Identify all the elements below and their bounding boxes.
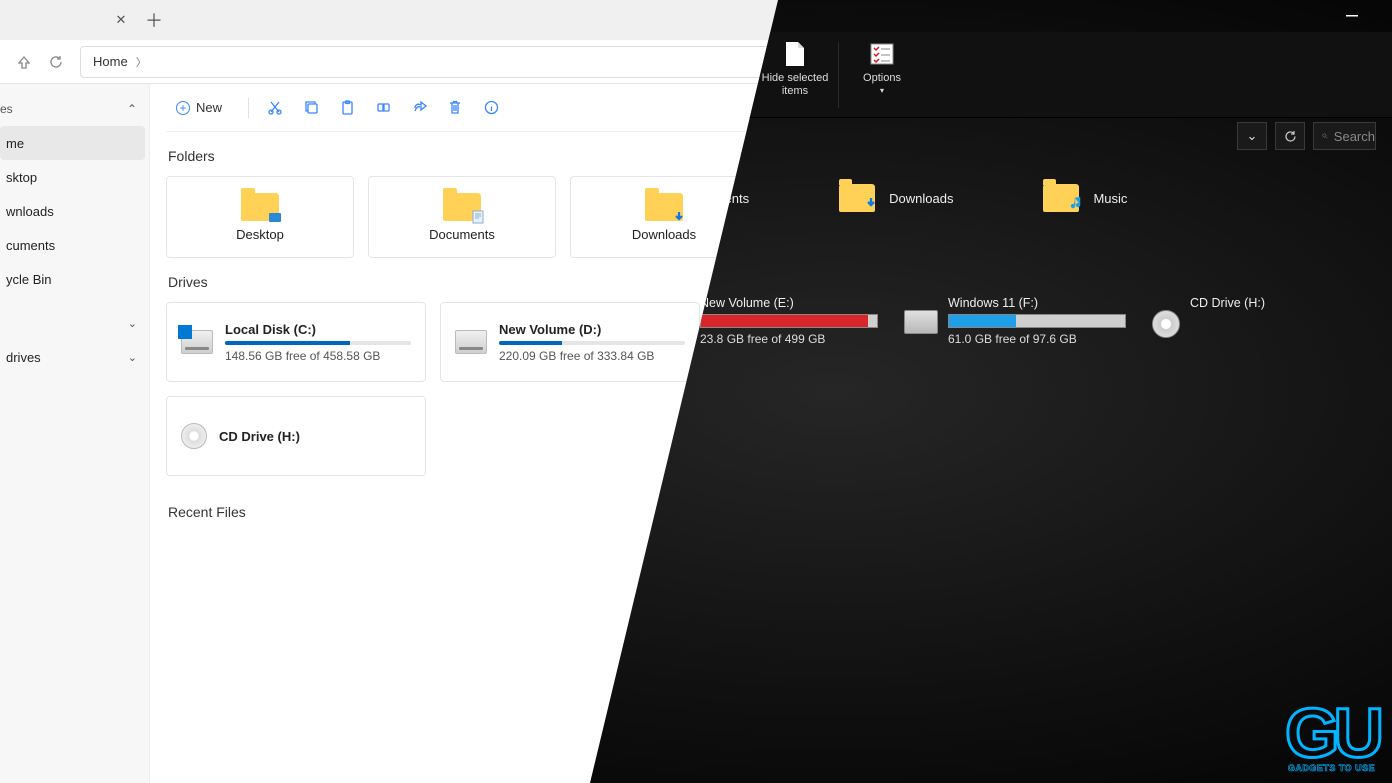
- logo-small: GADGETS TO USE: [1288, 763, 1375, 773]
- folder-icon: [241, 193, 279, 221]
- chevron-right-icon[interactable]: 〉: [136, 54, 147, 70]
- new-tab-button[interactable]: ＋: [138, 4, 170, 36]
- folder-desktop[interactable]: Desktop: [166, 176, 354, 258]
- drive-free: 220.09 GB free of 333.84 GB: [499, 349, 685, 363]
- drive-free: 23.8 GB free of 499 GB: [700, 332, 878, 346]
- sidebar-collapse[interactable]: es ⌃: [0, 92, 149, 126]
- drive-usage-bar: [700, 314, 878, 328]
- drive-usage-bar: [948, 314, 1126, 328]
- chevron-down-icon: ▾: [880, 86, 884, 96]
- refresh-button[interactable]: [40, 46, 72, 78]
- search-placeholder: Search: [1334, 129, 1375, 144]
- sidebar-item-label: ycle Bin: [6, 272, 52, 287]
- button-label: Options: [863, 72, 901, 85]
- drive-e[interactable]: New Volume (E:) 23.8 GB free of 499 GB: [700, 296, 878, 346]
- drive-free: 61.0 GB free of 97.6 GB: [948, 332, 1126, 346]
- sidebar-group-1[interactable]: ⌄: [0, 306, 149, 340]
- sidebar-item-drives[interactable]: drives ⌄: [0, 340, 149, 374]
- refresh-button[interactable]: [1275, 122, 1305, 150]
- separator: [838, 42, 839, 108]
- up-button[interactable]: [8, 46, 40, 78]
- sidebar-item-label: me: [6, 136, 24, 151]
- breadcrumb-home[interactable]: Home: [93, 54, 128, 69]
- sidebar-item-label: drives: [6, 350, 41, 365]
- drive-name: Windows 11 (F:): [948, 296, 1126, 310]
- drive-icon: [455, 330, 487, 354]
- drive-h[interactable]: CD Drive (H:): [166, 396, 426, 476]
- minimize-button[interactable]: [1332, 2, 1372, 30]
- folder-documents[interactable]: Documents: [368, 176, 556, 258]
- drive-free: 148.56 GB free of 458.58 GB: [225, 349, 411, 363]
- drive-h-dark[interactable]: CD Drive (H:): [1152, 296, 1265, 346]
- sidebar-item-documents[interactable]: cuments: [0, 228, 149, 262]
- sidebar-item-home[interactable]: me: [0, 126, 145, 160]
- sidebar-item-label: cuments: [6, 238, 55, 253]
- folder-label: Music: [1093, 191, 1127, 206]
- cd-drive-icon: [181, 423, 207, 449]
- paste-button[interactable]: [337, 98, 357, 118]
- sidebar-label: es: [0, 102, 13, 116]
- folder-label: Desktop: [236, 227, 284, 242]
- dark-folder-row: cuments Downloads Music: [700, 184, 1392, 212]
- explorer-tab[interactable]: ✕: [8, 4, 138, 36]
- drive-c[interactable]: Local Disk (C:) 148.56 GB free of 458.58…: [166, 302, 426, 382]
- search-input[interactable]: Search: [1313, 122, 1376, 150]
- chevron-down-icon: ⌄: [128, 317, 137, 330]
- copy-button[interactable]: [301, 98, 321, 118]
- folder-icon: [443, 193, 481, 221]
- folder-label: Downloads: [632, 227, 696, 242]
- folder-downloads[interactable]: Downloads: [839, 184, 953, 212]
- close-icon[interactable]: ✕: [112, 11, 130, 29]
- new-button[interactable]: + New: [166, 96, 232, 119]
- history-dropdown[interactable]: ⌄: [1237, 122, 1267, 150]
- folder-icon: [839, 184, 875, 212]
- properties-button[interactable]: [481, 98, 501, 118]
- cd-drive-icon: [1152, 310, 1180, 338]
- new-label: New: [196, 100, 222, 115]
- separator: [248, 98, 249, 118]
- drive-icon: [904, 310, 938, 334]
- drive-icon: [181, 330, 213, 354]
- hide-selected-button[interactable]: Hide selected items: [760, 38, 830, 112]
- sidebar-item-downloads[interactable]: wnloads: [0, 194, 149, 228]
- checklist-icon: [868, 40, 896, 68]
- chevron-down-icon: ⌄: [128, 351, 137, 364]
- folder-label: Downloads: [889, 191, 953, 206]
- drive-f[interactable]: Windows 11 (F:) 61.0 GB free of 97.6 GB: [904, 296, 1126, 346]
- button-label: Hide selected items: [760, 72, 830, 98]
- file-icon: [781, 40, 809, 68]
- drive-usage-bar: [499, 341, 685, 345]
- folder-icon: [645, 193, 683, 221]
- drive-d[interactable]: New Volume (D:) 220.09 GB free of 333.84…: [440, 302, 700, 382]
- dark-drive-row: New Volume (E:) 23.8 GB free of 499 GB W…: [700, 296, 1392, 346]
- drive-name: New Volume (E:): [700, 296, 878, 310]
- sidebar-item-label: sktop: [6, 170, 37, 185]
- drive-usage-bar: [225, 341, 411, 345]
- delete-button[interactable]: [445, 98, 465, 118]
- share-button[interactable]: [409, 98, 429, 118]
- options-button[interactable]: Options ▾: [847, 38, 917, 112]
- cut-button[interactable]: [265, 98, 285, 118]
- search-icon: [1322, 130, 1328, 142]
- drive-name: CD Drive (H:): [1190, 296, 1265, 310]
- logo-big: GU: [1285, 706, 1378, 761]
- folder-label: Documents: [429, 227, 495, 242]
- folder-music[interactable]: Music: [1043, 184, 1127, 212]
- sidebar-item-label: wnloads: [6, 204, 54, 219]
- watermark-logo: GU GADGETS TO USE: [1285, 706, 1378, 773]
- rename-button[interactable]: [373, 98, 393, 118]
- sidebar-item-recycle[interactable]: ycle Bin: [0, 262, 149, 296]
- sidebar: es ⌃ me sktop wnloads cuments ycle Bin ⌄…: [0, 84, 150, 783]
- sidebar-item-desktop[interactable]: sktop: [0, 160, 149, 194]
- drive-name: CD Drive (H:): [219, 429, 411, 444]
- plus-icon: +: [176, 101, 190, 115]
- folder-icon: [1043, 184, 1079, 212]
- drive-name: Local Disk (C:): [225, 322, 411, 337]
- chevron-up-icon: ⌃: [127, 102, 137, 116]
- drive-name: New Volume (D:): [499, 322, 685, 337]
